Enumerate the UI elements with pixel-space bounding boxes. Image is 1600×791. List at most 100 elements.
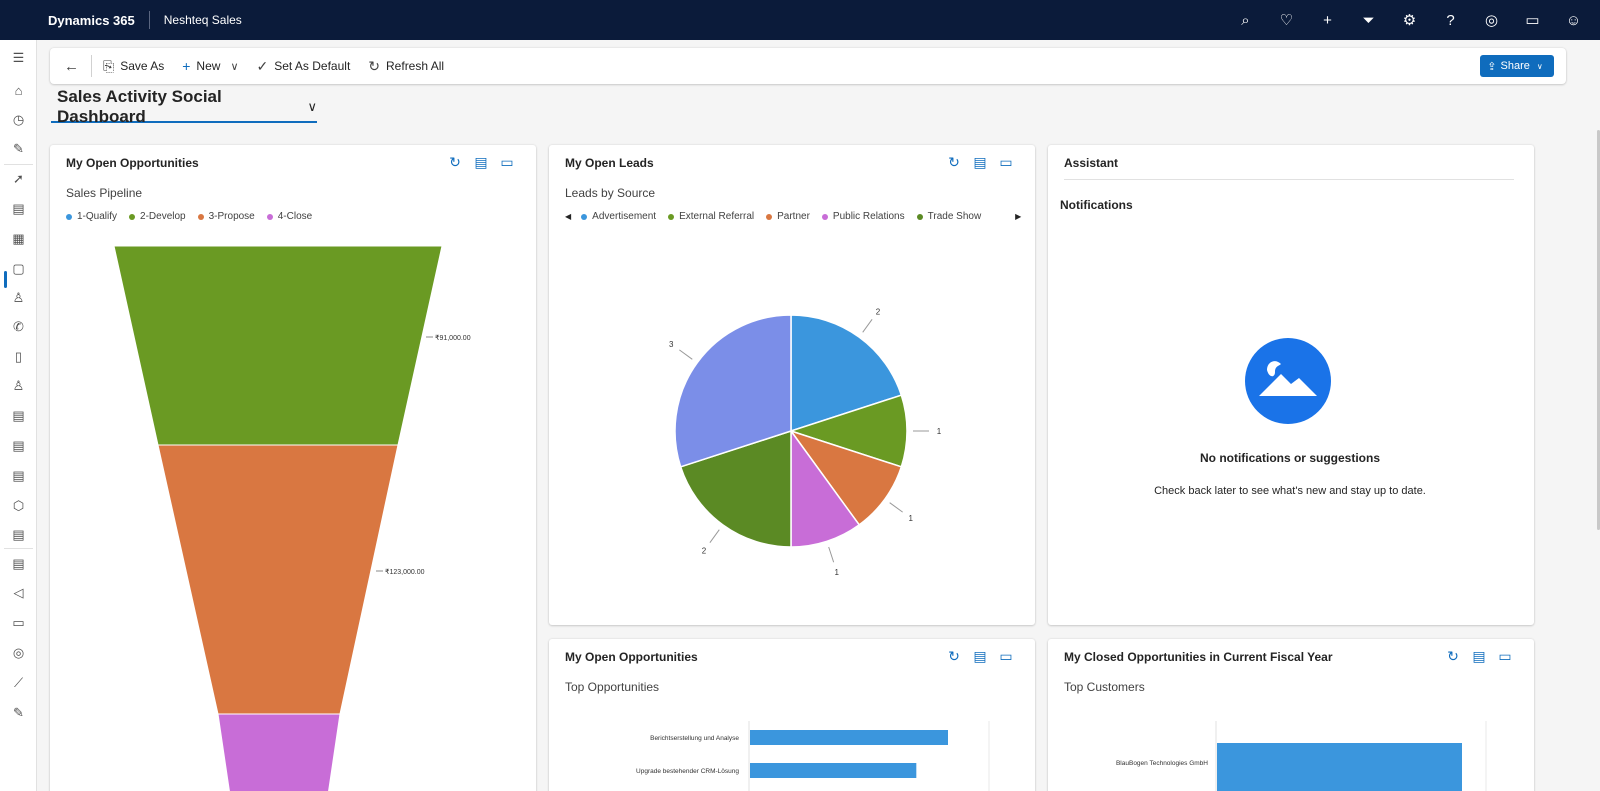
home-icon[interactable]: ⌂ xyxy=(0,83,37,98)
data-label: ₹91,000.00 xyxy=(435,334,471,342)
left-nav: ☰ ⌂ ◷ ✎ ➚ ▤ ▦ ▢ ♙ ✆ ▯ ♙ ▤ ▤ ▤ ⬡ ▤ ▤ ◁ ▭ … xyxy=(0,40,37,791)
checkmark-icon: ✓ xyxy=(256,57,269,74)
closed-opportunities-card: My Closed Opportunities in Current Fisca… xyxy=(1048,639,1534,791)
activities-icon[interactable]: ▢ xyxy=(0,261,37,277)
chevron-down-icon: ∨ xyxy=(1536,61,1543,71)
catalog-icon[interactable]: ▭ xyxy=(0,615,37,631)
funnel-segment-develop[interactable] xyxy=(113,245,443,446)
share-label: Share xyxy=(1500,60,1530,72)
image-glyph xyxy=(1259,361,1317,396)
brand-name[interactable]: Dynamics 365 xyxy=(0,13,149,28)
funnel-segment-close[interactable] xyxy=(217,713,341,791)
open-opportunities-card: My Open Opportunities ↻ ▤ ▭ Sales Pipeli… xyxy=(50,145,536,791)
data-label: 1 xyxy=(909,514,914,523)
help-icon[interactable]: ? xyxy=(1430,12,1471,29)
settings-icon[interactable]: ⚙ xyxy=(1389,11,1430,29)
chevron-down-icon[interactable]: ∨ xyxy=(230,60,238,73)
app-name[interactable]: Neshteq Sales xyxy=(150,13,242,27)
card-title: Assistant xyxy=(1064,156,1119,170)
divider xyxy=(1064,179,1514,180)
orders-icon[interactable]: ▤ xyxy=(0,468,37,484)
copilot-icon[interactable]: ◎ xyxy=(1471,11,1512,29)
dashboard-title: Sales Activity Social Dashboard xyxy=(57,87,222,126)
products-icon[interactable]: ⬡ xyxy=(0,498,37,514)
clipboard-icon[interactable]: ▤ xyxy=(0,201,37,217)
assistant-card: Assistant Notifications No notifications… xyxy=(1048,145,1534,625)
save-as-label: Save As xyxy=(120,59,165,73)
label-leader xyxy=(828,546,835,563)
label-leader xyxy=(889,502,903,513)
divider xyxy=(91,55,92,77)
dashboard-selector[interactable]: Sales Activity Social Dashboard ∨ xyxy=(51,87,317,126)
back-arrow-icon[interactable]: ← xyxy=(50,58,89,75)
recent-icon[interactable]: ◷ xyxy=(0,112,37,128)
opportunities-icon[interactable]: ▤ xyxy=(0,408,37,424)
data-label: 3 xyxy=(669,340,674,349)
bar[interactable] xyxy=(1217,743,1462,791)
bar[interactable] xyxy=(750,763,917,778)
rocket-icon[interactable]: ➚ xyxy=(0,171,37,187)
bar-label: BlauBogen Technologies GmbH xyxy=(1116,760,1208,767)
label-leader xyxy=(862,319,873,333)
search-icon[interactable]: ⌕ xyxy=(1225,12,1266,29)
top-icons: ⌕ ♡ + ⏷ ⚙ ? ◎ ▭ ☺ xyxy=(1225,0,1594,40)
label-leader xyxy=(679,349,693,360)
notifications-heading: Notifications xyxy=(1060,198,1133,212)
plus-icon: + xyxy=(182,58,191,74)
label-leader xyxy=(709,529,720,543)
tools-icon[interactable]: ✎ xyxy=(0,705,37,721)
new-label: New xyxy=(196,59,221,73)
save-as-button[interactable]: ⎘ Save As xyxy=(94,48,173,84)
share-button[interactable]: ⇪ Share ∨ xyxy=(1480,55,1554,77)
top-bar: Dynamics 365 Neshteq Sales ⌕ ♡ + ⏷ ⚙ ? ◎… xyxy=(0,0,1600,40)
refresh-all-button[interactable]: ↻ Refresh All xyxy=(359,48,453,84)
set-default-label: Set As Default xyxy=(274,59,351,73)
chart-icon[interactable]: ⟋ xyxy=(0,675,37,691)
share-icon: ⇪ xyxy=(1487,60,1497,73)
plus-icon[interactable]: + xyxy=(1307,12,1348,29)
funnel-segment-propose[interactable] xyxy=(157,444,399,715)
refresh-icon: ↻ xyxy=(368,57,381,74)
top-opportunities-card: My Open Opportunities ↻ ▤ ▭ Top Opportun… xyxy=(549,639,1035,791)
refresh-all-label: Refresh All xyxy=(386,59,445,73)
bar-chart: BlauBogen Technologies GmbH xyxy=(1116,721,1487,791)
pie-chart: 2 1 1 1 2 3 xyxy=(669,307,942,577)
chevron-down-icon: ∨ xyxy=(307,99,317,114)
goals-icon[interactable]: ◎ xyxy=(0,645,37,661)
bar-chart: Berichtserstellung und Analyse Upgrade b… xyxy=(636,721,990,791)
invoices-icon[interactable]: ▤ xyxy=(0,527,37,543)
set-as-default-button[interactable]: ✓ Set As Default xyxy=(248,48,360,84)
data-label: ₹123,000.00 xyxy=(385,568,425,576)
data-label: 2 xyxy=(702,547,707,556)
bar[interactable] xyxy=(750,730,948,745)
document-icon[interactable]: ▯ xyxy=(0,349,37,365)
open-leads-card: My Open Leads ↻ ▤ ▭ Leads by Source ◀ Ad… xyxy=(549,145,1035,625)
contacts-icon[interactable]: ♙ xyxy=(0,290,37,306)
funnel-chart: ₹91,000.00 ₹123,000.00 xyxy=(113,245,471,791)
chat-icon[interactable]: ▭ xyxy=(1512,11,1553,29)
person-feedback-icon[interactable]: ☺ xyxy=(1553,12,1594,29)
save-as-icon: ⎘ xyxy=(103,57,115,74)
pinned-icon[interactable]: ✎ xyxy=(0,141,37,157)
lightbulb-icon[interactable]: ♡ xyxy=(1266,11,1307,29)
new-button[interactable]: + New ∨ xyxy=(173,48,247,84)
command-bar: ← ⎘ Save As + New ∨ ✓ Set As Default ↻ R… xyxy=(50,48,1566,84)
leads-icon[interactable]: ♙ xyxy=(0,378,37,394)
hamburger-icon[interactable]: ☰ xyxy=(0,50,37,66)
empty-state-text: Check back later to see what's new and s… xyxy=(1154,485,1426,497)
filter-icon[interactable]: ⏷ xyxy=(1348,12,1389,29)
empty-state-title: No notifications or suggestions xyxy=(1199,451,1380,465)
competitors-icon[interactable]: ▤ xyxy=(0,556,37,572)
marketing-icon[interactable]: ◁ xyxy=(0,585,37,601)
bar-label: Berichtserstellung und Analyse xyxy=(650,735,739,742)
phone-icon[interactable]: ✆ xyxy=(0,319,37,335)
empty-state-image-icon xyxy=(1245,338,1331,424)
bar-label: Upgrade bestehender CRM-Lösung xyxy=(636,768,739,775)
quotes-icon[interactable]: ▤ xyxy=(0,438,37,454)
data-label: 1 xyxy=(835,568,840,577)
data-label: 2 xyxy=(876,307,881,316)
dashboard-icon[interactable]: ▦ xyxy=(0,231,37,247)
nav-divider xyxy=(4,548,33,549)
nav-divider xyxy=(4,164,33,165)
data-label: 1 xyxy=(937,427,942,436)
